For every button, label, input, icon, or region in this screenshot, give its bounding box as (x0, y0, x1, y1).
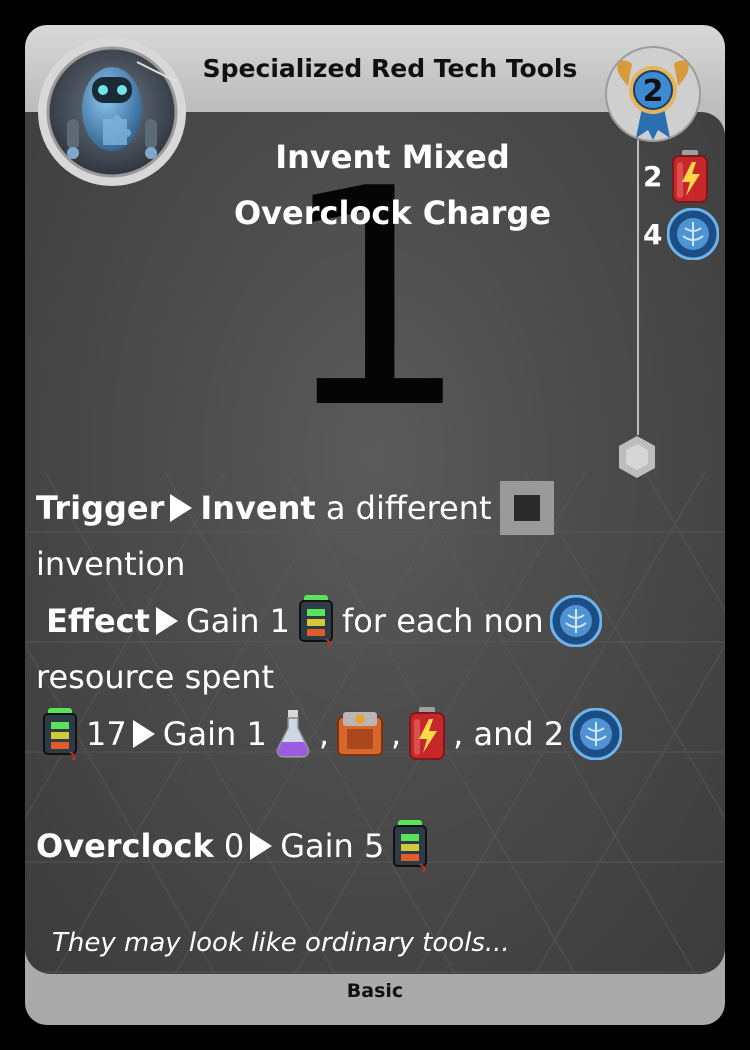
card-title-line2: Overclock Charge (233, 194, 552, 232)
trigger-line-2: invention (36, 536, 185, 592)
threshold-line: 17 Gain 1 , , , and 2 (36, 706, 628, 762)
trigger-text-2: invention (36, 545, 186, 583)
flavor-text: They may look like ordinary tools... (52, 928, 510, 958)
green-charge-icon (299, 595, 334, 647)
hexagon-slot-icon (619, 436, 655, 478)
effect-text-2: for each non (342, 602, 544, 640)
trigger-line: Trigger Invent a different (36, 480, 562, 536)
gear-crate-icon (337, 712, 383, 756)
overclock-line: Overclock 0 Gain 5 (36, 818, 436, 874)
cost-amount-battery: 2 (643, 160, 663, 193)
overclock-text: Gain 5 (280, 827, 385, 865)
comma-1: , (318, 715, 329, 753)
threshold-end: , and 2 (453, 715, 565, 753)
arrow-icon (155, 607, 178, 635)
cost-amount-token: 4 (643, 218, 663, 251)
level-number: 2 (643, 74, 664, 109)
arrow-icon (250, 832, 273, 860)
green-charge-icon (43, 708, 77, 760)
cost-track-line (637, 140, 639, 435)
effect-keyword: Effect (46, 602, 150, 640)
potion-flask-icon (276, 710, 310, 758)
robot-portrait-icon (38, 38, 186, 186)
level-badge-icon: 2 (605, 46, 701, 142)
effect-text-1: Gain 1 (185, 602, 291, 640)
overclock-keyword: Overclock (36, 827, 214, 865)
card-category-title: Specialized Red Tech Tools (202, 54, 578, 83)
trigger-text: a different (325, 489, 492, 527)
card-rarity-label: Basic (346, 980, 404, 1002)
invention-square-icon (499, 481, 554, 535)
card-title-line1: Invent Mixed (275, 138, 510, 176)
blue-token-icon (667, 208, 719, 260)
battery-icon (672, 150, 708, 203)
battery-icon (409, 707, 446, 760)
effect-line: Effect Gain 1 for each non (36, 593, 608, 649)
comma-2: , (391, 715, 402, 753)
blue-token-icon (549, 595, 602, 647)
overclock-value: 0 (223, 827, 245, 865)
trigger-keyword: Trigger (36, 489, 165, 527)
arrow-icon (170, 494, 193, 522)
effect-line-2: resource spent (36, 649, 274, 705)
blue-token-icon (570, 708, 623, 760)
effect-text-3: resource spent (36, 658, 275, 696)
threshold-value: 17 (86, 715, 127, 753)
invent-keyword: Invent (200, 489, 316, 527)
green-charge-icon (393, 820, 428, 872)
arrow-icon (132, 720, 155, 748)
threshold-text: Gain 1 (162, 715, 267, 753)
